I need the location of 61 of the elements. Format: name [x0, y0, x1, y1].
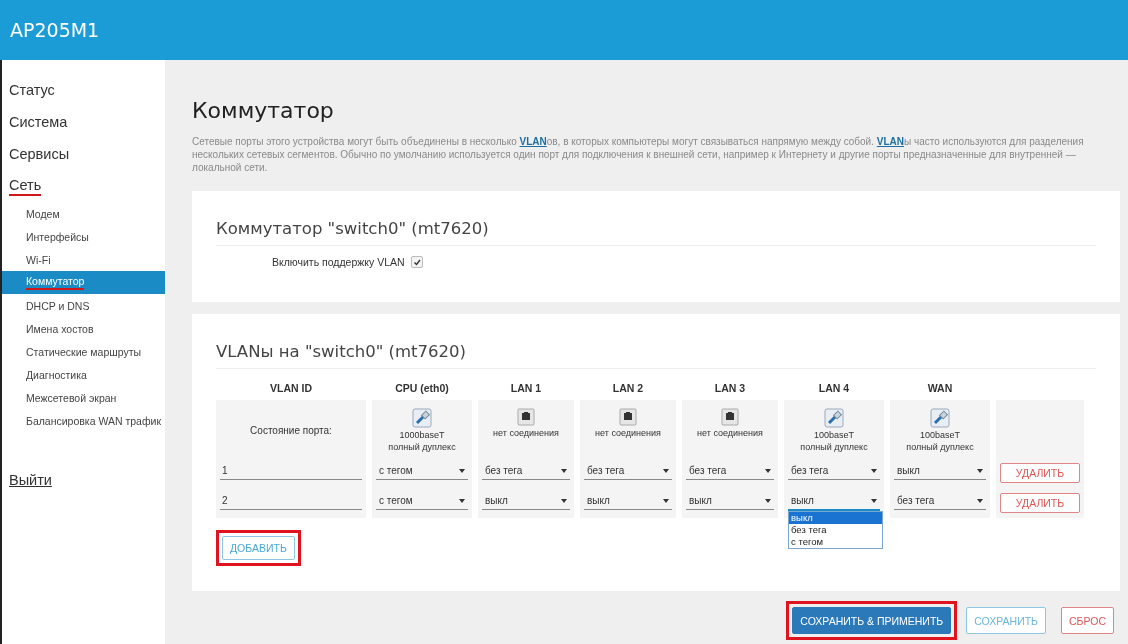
port-status-text: 100baseT: [814, 430, 854, 440]
column-header: WAN: [926, 381, 954, 396]
nav-item[interactable]: Модем: [2, 202, 165, 225]
port-status-label: Состояние порта:: [250, 424, 332, 436]
port-status-text: 100baseT: [920, 430, 960, 440]
column-header: LAN 3: [713, 381, 747, 396]
checkbox-label: Включить поддержку VLAN: [272, 256, 405, 268]
column-header: LAN 2: [611, 381, 645, 396]
port-status-text: полный дуплекс: [388, 442, 456, 452]
nav-item[interactable]: Балансировка WAN трафик: [2, 409, 165, 432]
caret-icon: [871, 499, 877, 503]
column-header: VLAN ID: [269, 381, 313, 396]
caret-icon: [663, 469, 669, 473]
caret-icon: [765, 469, 771, 473]
port-status-text: полный дуплекс: [906, 442, 974, 452]
port-status-text: полный дуплекс: [800, 442, 868, 452]
dropdown-option[interactable]: без тега: [789, 524, 882, 536]
card-title: Коммутатор "switch0" (mt7620): [216, 219, 1096, 246]
dropdown-option[interactable]: с тегом: [789, 536, 882, 548]
caret-icon: [459, 469, 465, 473]
caret-icon: [871, 469, 877, 473]
check-icon: [412, 258, 421, 266]
vlan-link[interactable]: VLAN: [876, 136, 904, 147]
delete-button[interactable]: УДАЛИТЬ: [1000, 463, 1080, 483]
page-title: Коммутатор: [192, 98, 335, 123]
port-status-text: 1000baseT: [399, 430, 445, 440]
column-header: CPU (eth0): [394, 381, 450, 396]
delete-button[interactable]: УДАЛИТЬ: [1000, 493, 1080, 513]
port-status-text: нет соединения: [595, 428, 661, 438]
app-title: AP205M1: [10, 19, 100, 41]
caret-icon: [765, 499, 771, 503]
column-header: LAN 4: [817, 381, 851, 396]
nav-item[interactable]: Статические маршруты: [2, 340, 165, 363]
caret-icon: [663, 499, 669, 503]
logout-link[interactable]: Выйти: [9, 472, 52, 488]
nav-item[interactable]: Сеть: [2, 170, 165, 202]
caret-icon: [977, 499, 983, 503]
nav-item[interactable]: DHCP и DNS: [2, 294, 165, 317]
nav-item[interactable]: Интерфейсы: [2, 225, 165, 248]
caret-icon: [561, 499, 567, 503]
nav-item[interactable]: Сервисы: [2, 138, 165, 170]
dropdown-option[interactable]: выкл: [789, 512, 882, 524]
caret-icon: [561, 469, 567, 473]
column-header: LAN 1: [509, 381, 543, 396]
caret-icon: [977, 469, 983, 473]
reset-button[interactable]: СБРОС: [1061, 607, 1114, 634]
vlan-checkbox[interactable]: [410, 256, 423, 268]
port-status-text: нет соединения: [493, 428, 559, 438]
caret-icon: [459, 499, 465, 503]
card-title: VLANы на "switch0" (mt7620): [216, 342, 1096, 369]
port-status-text: нет соединения: [697, 428, 763, 438]
vlan-link[interactable]: VLAN: [519, 136, 547, 147]
nav-item[interactable]: Имена хостов: [2, 317, 165, 340]
nav-item[interactable]: Wi-Fi: [2, 248, 165, 271]
nav-item[interactable]: Статус: [2, 74, 165, 106]
nav-item[interactable]: Диагностика: [2, 363, 165, 386]
nav-item[interactable]: Система: [2, 106, 165, 138]
nav-item[interactable]: Межсетевой экран: [2, 386, 165, 409]
save-apply-button[interactable]: СОХРАНИТЬ & ПРИМЕНИТЬ: [792, 607, 952, 634]
page-description: Сетевые порты этого устройства могут быть объединены в несколько VLANов, в которых компьютеры могут связываться напрямую между собой. VLANы часто используются для разделения нескольких сетевых сегментов. Обычно по умолчанию используется один порт для подключения к внешней сети, например к Интернету и другие порты предназначенные для внутренней — локальной сети.: [192, 135, 1085, 174]
nav-item[interactable]: Коммутатор: [2, 271, 165, 294]
